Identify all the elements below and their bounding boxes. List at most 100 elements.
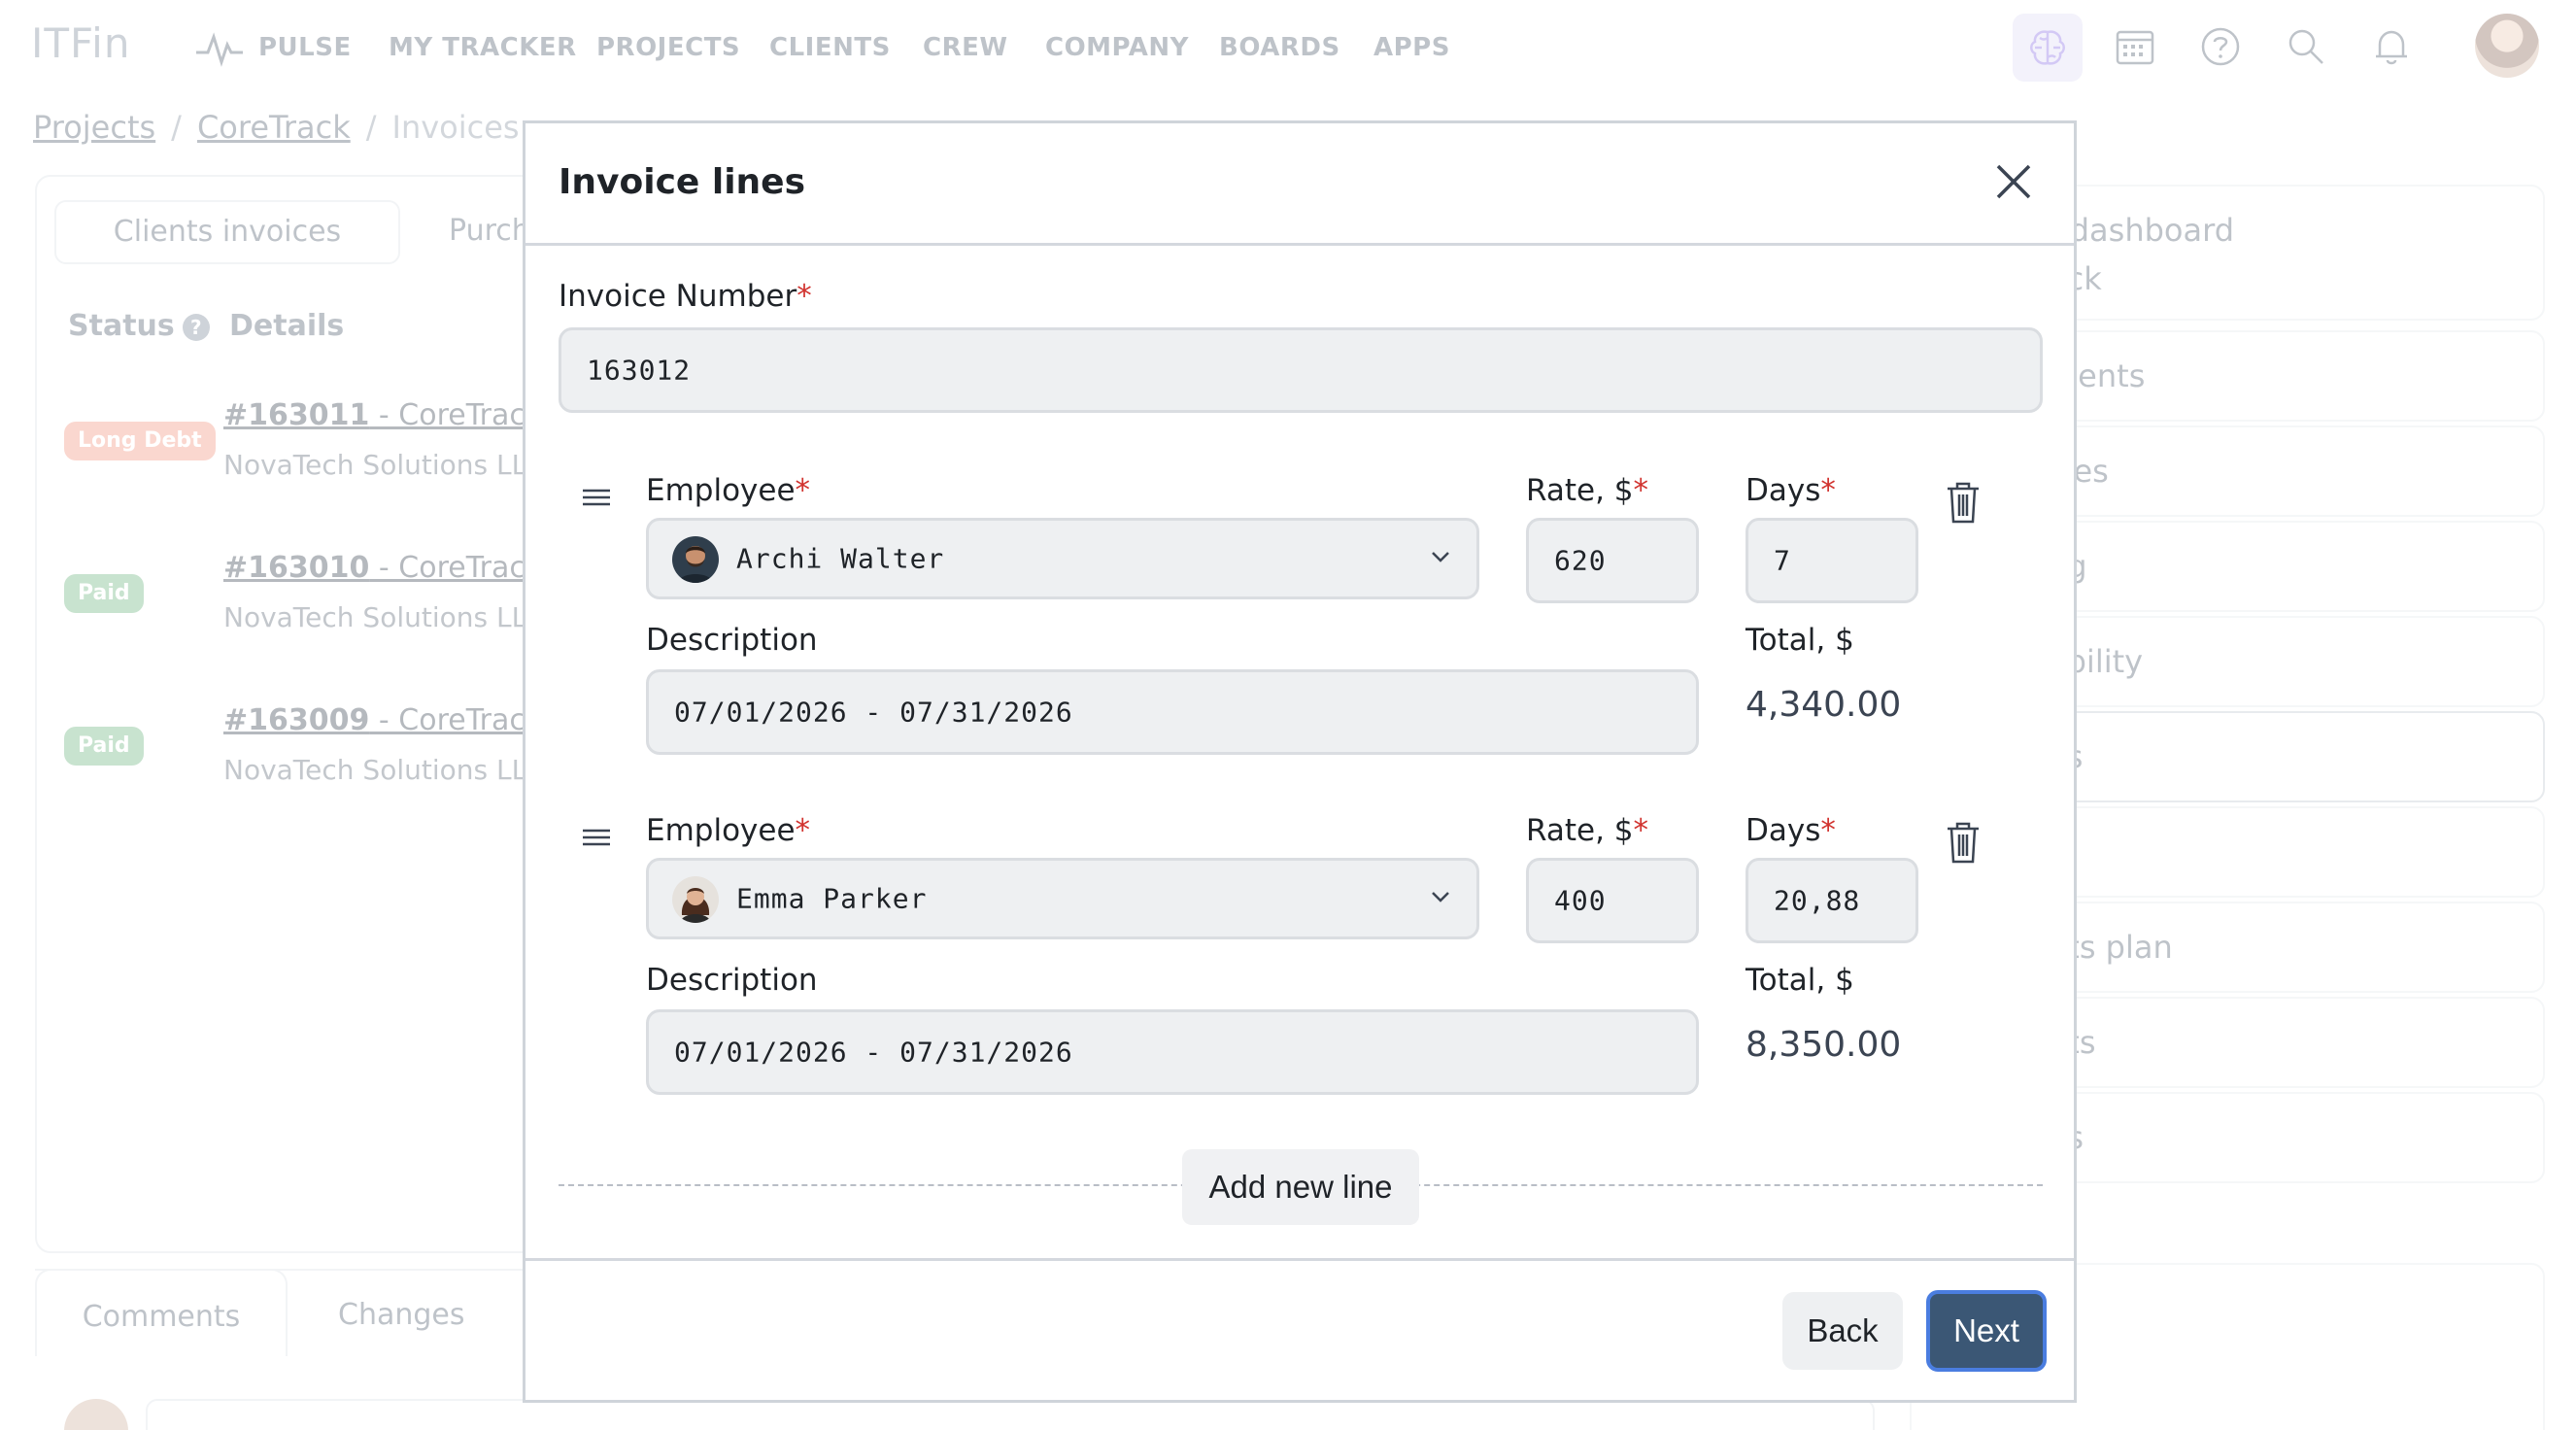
rate-input[interactable]: 400 <box>1526 858 1699 943</box>
avatar <box>672 876 719 923</box>
employee-select[interactable]: Archi Walter <box>646 518 1479 599</box>
breadcrumb-projects[interactable]: Projects <box>33 109 155 146</box>
ai-assistant-button[interactable] <box>2013 14 2083 82</box>
brain-icon <box>2030 30 2065 65</box>
breadcrumb-separator: / <box>365 109 377 146</box>
invoice-number-input[interactable]: 163012 <box>559 327 2043 413</box>
status-badge: Paid <box>64 727 144 766</box>
rate-label: Rate, $* <box>1526 473 1648 508</box>
modal-title: Invoice lines <box>559 162 806 202</box>
calendar-icon[interactable] <box>2114 25 2156 68</box>
invoice-client: NovaTech Solutions LLC <box>223 754 546 786</box>
days-input[interactable]: 7 <box>1746 518 1918 603</box>
line-total: 4,340.00 <box>1746 685 1902 725</box>
invoice-number: #163011 <box>223 398 370 432</box>
breadcrumb-separator: / <box>171 109 182 146</box>
days-label-text: Days <box>1746 473 1821 508</box>
invoice-link[interactable]: #163009 - CoreTrack <box>223 703 542 737</box>
pulse-icon <box>196 32 243 67</box>
invoice-link[interactable]: #163010 - CoreTrack <box>223 551 542 585</box>
nav-apps[interactable]: APPS <box>1373 33 1450 62</box>
description-input[interactable]: 07/01/2026 - 07/31/2026 <box>646 669 1699 755</box>
breadcrumb: Projects / CoreTrack / Invoices <box>33 109 520 146</box>
invoice-link[interactable]: #163011 - CoreTrack <box>223 398 542 432</box>
description-input[interactable]: 07/01/2026 - 07/31/2026 <box>646 1009 1699 1095</box>
nav-pulse[interactable]: PULSE <box>258 33 352 62</box>
breadcrumb-current: Invoices <box>391 109 520 146</box>
help-icon[interactable] <box>2199 25 2242 68</box>
status-badge: Paid <box>64 574 144 613</box>
invoice-client: NovaTech Solutions LLC <box>223 449 546 481</box>
delete-line-button[interactable] <box>1944 481 1983 526</box>
employee-label: Employee* <box>646 813 810 848</box>
employee-label: Employee* <box>646 473 810 508</box>
invoice-number: #163009 <box>223 703 370 737</box>
invoice-number-value: 163012 <box>587 354 692 387</box>
back-button[interactable]: Back <box>1782 1292 1903 1370</box>
modal-header: Invoice lines <box>525 123 2074 246</box>
invoice-number-label-text: Invoice Number <box>559 279 797 314</box>
nav-projects[interactable]: PROJECTS <box>596 33 740 62</box>
tab-comments[interactable]: Comments <box>35 1269 288 1356</box>
rate-label-text: Rate, $ <box>1526 473 1634 508</box>
nav-company[interactable]: COMPANY <box>1045 33 1189 62</box>
next-button[interactable]: Next <box>1926 1290 2047 1372</box>
avatar <box>672 536 719 583</box>
required-mark: * <box>1820 813 1836 848</box>
status-badge: Long Debt <box>64 422 216 460</box>
chevron-down-icon <box>1432 552 1449 562</box>
app-logo[interactable]: ITFin <box>31 19 130 67</box>
invoice-number: #163010 <box>223 551 370 585</box>
close-button[interactable] <box>1992 160 2035 203</box>
nav-clients[interactable]: CLIENTS <box>769 33 891 62</box>
drag-handle-icon[interactable] <box>580 483 613 512</box>
tab-changes[interactable]: Changes <box>338 1298 465 1332</box>
search-icon[interactable] <box>2285 25 2327 68</box>
days-label-text: Days <box>1746 813 1821 848</box>
employee-photo <box>672 536 719 583</box>
description-label: Description <box>646 623 818 658</box>
required-mark: * <box>795 473 811 508</box>
nav-my-tracker[interactable]: MY TRACKER <box>389 33 577 62</box>
nav-boards[interactable]: BOARDS <box>1219 33 1340 62</box>
tab-clients-invoices[interactable]: Clients invoices <box>54 200 400 264</box>
invoice-client: NovaTech Solutions LLC <box>223 601 546 633</box>
employee-select[interactable]: Emma Parker <box>646 858 1479 939</box>
trash-icon <box>1948 482 1979 524</box>
help-icon[interactable]: ? <box>182 313 210 341</box>
employee-name: Emma Parker <box>736 882 928 915</box>
breadcrumb-project[interactable]: CoreTrack <box>197 109 351 146</box>
top-navigation: ITFin PULSE MY TRACKER PROJECTS CLIENTS … <box>0 0 2576 93</box>
drag-handle-icon[interactable] <box>580 823 613 852</box>
employee-name: Archi Walter <box>736 542 945 575</box>
bell-icon[interactable] <box>2370 25 2413 68</box>
delete-line-button[interactable] <box>1944 821 1983 866</box>
required-mark: * <box>795 813 811 848</box>
rate-label: Rate, $* <box>1526 813 1648 848</box>
status-header-label: Status <box>68 309 175 343</box>
required-mark: * <box>797 279 812 314</box>
employee-label-text: Employee <box>646 473 796 508</box>
nav-crew[interactable]: CREW <box>923 33 1008 62</box>
chevron-down-icon <box>1432 892 1449 902</box>
invoice-number-label: Invoice Number* <box>559 279 812 314</box>
employee-photo <box>672 876 719 923</box>
rate-input[interactable]: 620 <box>1526 518 1699 603</box>
tab-purchase-invoices[interactable]: Purch <box>449 214 530 248</box>
days-input[interactable]: 20,88 <box>1746 858 1918 943</box>
employee-label-text: Employee <box>646 813 796 848</box>
trash-icon <box>1948 822 1979 864</box>
invoice-project: - CoreTrack <box>369 703 543 737</box>
invoice-lines-modal: Invoice lines Invoice Number* 163012 Emp… <box>523 120 2077 1403</box>
rate-value: 400 <box>1554 884 1607 917</box>
status-column-header: Status? <box>68 309 210 343</box>
user-avatar[interactable] <box>2475 14 2539 78</box>
invoice-project: - CoreTrack <box>369 551 543 585</box>
details-column-header: Details <box>229 309 345 343</box>
days-value: 20,88 <box>1774 884 1861 917</box>
days-label: Days* <box>1746 813 1836 848</box>
description-label: Description <box>646 963 818 998</box>
description-value: 07/01/2026 - 07/31/2026 <box>674 1036 1073 1069</box>
add-new-line-button[interactable]: Add new line <box>1182 1149 1419 1225</box>
total-label: Total, $ <box>1746 623 1854 658</box>
